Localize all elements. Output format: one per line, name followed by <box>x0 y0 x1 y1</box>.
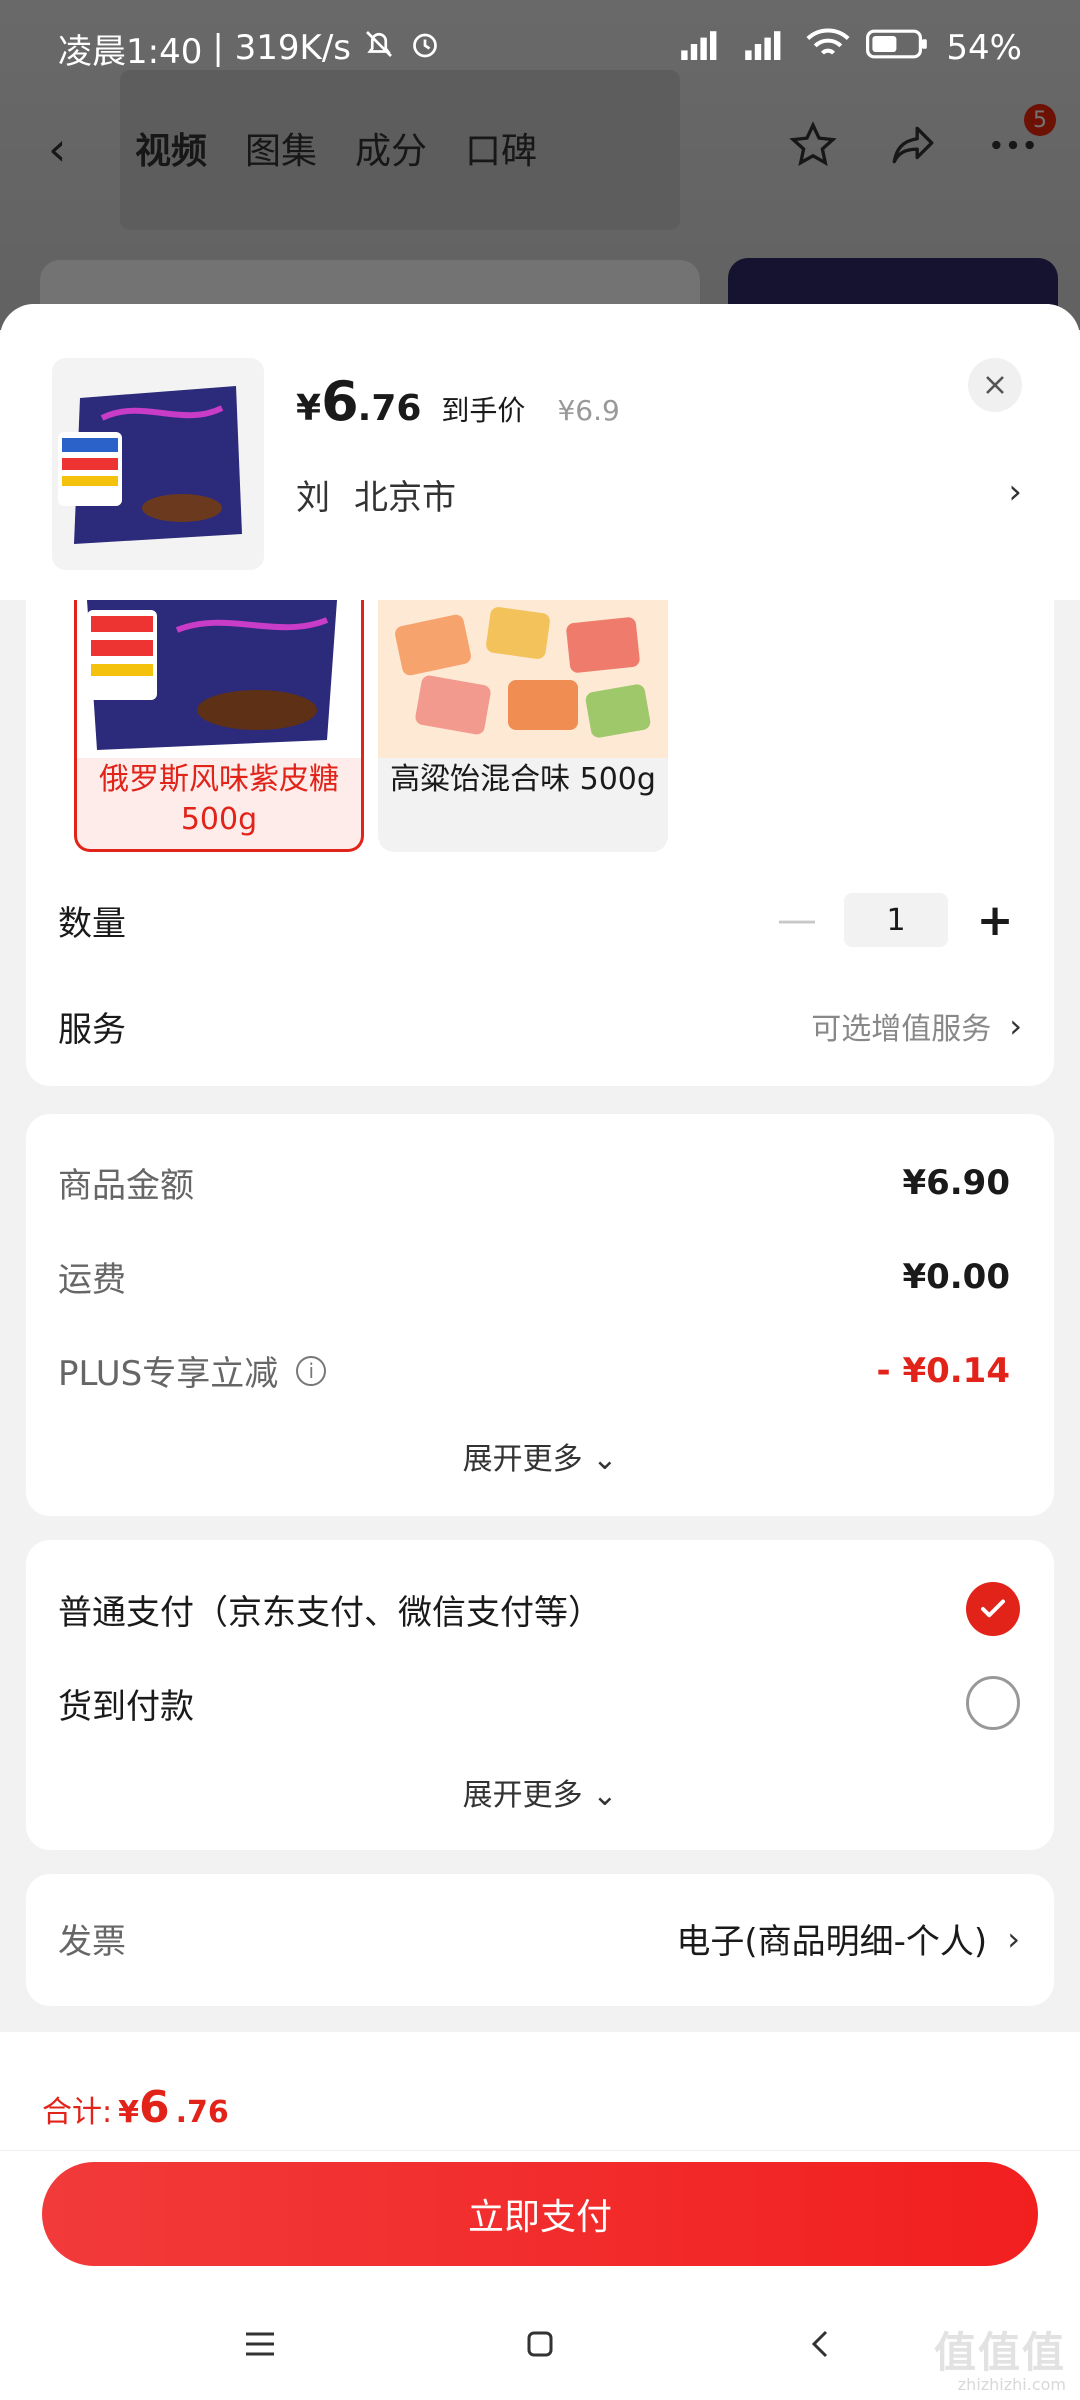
quantity-label: 数量 <box>58 903 126 944</box>
back-icon[interactable] <box>790 2319 850 2369</box>
payment-option-label: 货到付款 <box>58 1686 194 1727</box>
watermark-logo: 值值值 <box>933 2328 1066 2377</box>
battery-level: 54% <box>946 28 1022 68</box>
signal-hd-icon <box>678 27 726 70</box>
chevron-right-icon: › <box>1009 1007 1022 1045</box>
close-icon <box>986 376 1004 394</box>
radio-checked-icon[interactable] <box>966 1582 1020 1636</box>
sheet-header: ¥6.76 到手价 ¥6.9 刘 北京市 › <box>0 304 1080 600</box>
checkout-sheet: ¥6.76 到手价 ¥6.9 刘 北京市 › 俄罗斯风味紫皮糖 500g 高粱饴… <box>0 304 1080 2400</box>
spec-image <box>77 600 361 758</box>
invoice-label: 发票 <box>58 1922 126 1962</box>
price-row: ¥6.76 到手价 ¥6.9 <box>296 370 620 433</box>
watermark-url: zhizhizhi.com <box>957 2375 1066 2394</box>
chevron-right-icon: › <box>1007 1919 1020 1958</box>
service-row[interactable]: 服务 可选增值服务 › <box>58 996 1022 1056</box>
menu-icon[interactable] <box>230 2319 290 2369</box>
cost-row-goods: 商品金额 ¥6.90 <box>58 1158 1010 1207</box>
original-price: ¥6.9 <box>557 394 620 427</box>
product-thumbnail <box>52 358 264 570</box>
invoice-value: 电子(商品明细-个人) <box>676 1922 988 1962</box>
cost-label: 运费 <box>58 1260 126 1300</box>
payment-card: 普通支付（京东支付、微信支付等） 货到付款 展开更多 ⌄ <box>26 1540 1054 1850</box>
expand-more-button[interactable]: 展开更多 ⌄ <box>26 1770 1054 1814</box>
close-button[interactable] <box>968 358 1022 412</box>
spec-option[interactable]: 高粱饴混合味 500g <box>378 600 668 852</box>
invoice-card[interactable]: 发票 电子(商品明细-个人) › <box>26 1874 1054 2006</box>
spec-label: 高粱饴混合味 500g <box>390 762 656 797</box>
cost-value: ¥6.90 <box>902 1162 1010 1203</box>
expand-more-button[interactable]: 展开更多 ⌄ <box>26 1434 1054 1478</box>
radio-unchecked-icon[interactable] <box>966 1676 1020 1730</box>
recipient-name: 刘 <box>296 478 330 518</box>
invoice-row: 发票 电子(商品明细-个人) › <box>58 1914 1020 1963</box>
price-decimal: .76 <box>357 388 422 429</box>
cost-row-plus-discount: PLUS专享立减 i - ¥0.14 <box>58 1346 1010 1395</box>
checkout-footer: 合计: ¥ 6 .76 立即支付 值值值 zhizhizhi.com <box>0 2032 1080 2400</box>
minus-icon[interactable]: — <box>770 897 824 943</box>
address-selector[interactable]: 刘 北京市 <box>296 470 456 519</box>
cost-label: PLUS专享立减 <box>58 1354 279 1394</box>
cost-label: 商品金额 <box>58 1166 194 1206</box>
expand-more-label: 展开更多 <box>462 1442 583 1477</box>
quantity-row: 数量 — 1 + <box>58 890 1022 950</box>
system-nav-bar <box>0 2314 1080 2374</box>
service-value: 可选增值服务 <box>811 1012 992 1047</box>
payment-option-label: 普通支付（京东支付、微信支付等） <box>58 1592 602 1633</box>
divider <box>0 2150 1080 2151</box>
cost-summary-card: 商品金额 ¥6.90 运费 ¥0.00 PLUS专享立减 i - ¥0.14 展… <box>26 1114 1054 1516</box>
order-total: 合计: ¥ 6 .76 <box>42 2082 229 2133</box>
chevron-down-icon: ⌄ <box>592 1778 618 1813</box>
expand-more-label: 展开更多 <box>462 1778 583 1813</box>
quantity-stepper: — 1 + <box>770 893 1022 947</box>
alarm-icon <box>407 26 443 71</box>
quantity-value[interactable]: 1 <box>844 893 948 947</box>
spec-label: 俄罗斯风味紫皮糖 500g <box>99 762 339 837</box>
plus-icon[interactable]: + <box>968 895 1022 946</box>
status-bar: 凌晨1:40 | 319K/s 54% <box>0 0 1080 96</box>
spec-card: 俄罗斯风味紫皮糖 500g 高粱饴混合味 500g 数量 — 1 + 服务 可选… <box>26 600 1054 1086</box>
battery-icon <box>866 28 930 69</box>
cost-value: ¥0.00 <box>902 1256 1010 1297</box>
price-integer: 6 <box>321 370 359 433</box>
spec-image <box>378 600 668 758</box>
total-decimal: .76 <box>175 2095 229 2130</box>
spec-option-selected[interactable]: 俄罗斯风味紫皮糖 500g <box>74 600 364 852</box>
pay-now-button[interactable]: 立即支付 <box>42 2162 1038 2266</box>
payment-option-cod[interactable]: 货到付款 <box>58 1676 1020 1730</box>
cost-row-shipping: 运费 ¥0.00 <box>58 1252 1010 1301</box>
mute-bell-icon <box>361 26 397 71</box>
home-icon[interactable] <box>510 2319 570 2369</box>
final-price-label: 到手价 <box>441 394 526 427</box>
payment-option-online[interactable]: 普通支付（京东支付、微信支付等） <box>58 1582 1020 1636</box>
status-network-speed: | 319K/s <box>212 28 351 68</box>
total-integer: 6 <box>138 2082 170 2133</box>
price-currency: ¥ <box>296 388 322 429</box>
service-label: 服务 <box>58 1009 126 1050</box>
info-icon[interactable]: i <box>296 1355 327 1386</box>
total-currency: ¥ <box>118 2095 139 2130</box>
wifi-icon <box>806 27 850 70</box>
recipient-city: 北京市 <box>354 478 456 518</box>
total-label: 合计: <box>42 2095 113 2130</box>
cost-value: - ¥0.14 <box>876 1350 1011 1391</box>
chevron-down-icon: ⌄ <box>592 1442 618 1477</box>
status-time: 凌晨1:40 <box>58 31 203 72</box>
signal-hd-icon <box>742 27 790 70</box>
chevron-right-icon[interactable]: › <box>1008 472 1022 512</box>
